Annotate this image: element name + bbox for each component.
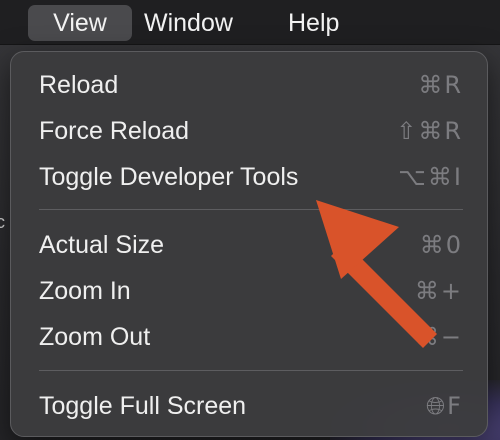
menu-item-label: Actual Size <box>39 231 165 259</box>
menu-bar: View Window Help <box>0 0 500 45</box>
menu-item-label: Toggle Developer Tools <box>39 163 299 191</box>
menu-item-label: Reload <box>39 71 119 99</box>
view-dropdown-menu: Reload ⌘R Force Reload ⇧⌘R Toggle Develo… <box>10 51 488 437</box>
menu-item-label: Toggle Full Screen <box>39 392 247 420</box>
menu-item-label: Zoom In <box>39 277 131 305</box>
menu-item-shortcut: 🌐︎F <box>425 392 463 420</box>
menu-item-toggle-full-screen[interactable]: Toggle Full Screen 🌐︎F <box>39 386 463 426</box>
menu-item-shortcut: ⌥⌘I <box>398 163 463 191</box>
menu-item-label: Zoom Out <box>39 323 151 351</box>
menu-item-shortcut: ⌘− <box>414 323 463 351</box>
background-text-fragment: c <box>0 212 5 232</box>
menu-item-zoom-out[interactable]: Zoom Out ⌘− <box>39 317 463 357</box>
menubar-view[interactable]: View <box>28 5 132 41</box>
menu-separator <box>39 370 463 371</box>
menu-separator <box>39 209 463 210</box>
menu-item-toggle-developer-tools[interactable]: Toggle Developer Tools ⌥⌘I <box>39 157 463 197</box>
menu-item-shortcut: ⇧⌘R <box>396 117 463 145</box>
menu-item-actual-size[interactable]: Actual Size ⌘0 <box>39 225 463 265</box>
menubar-window[interactable]: Window <box>132 5 245 41</box>
menu-item-force-reload[interactable]: Force Reload ⇧⌘R <box>39 111 463 151</box>
menu-item-shortcut: ⌘R <box>418 71 463 99</box>
menubar-help[interactable]: Help <box>276 5 351 41</box>
menu-item-reload[interactable]: Reload ⌘R <box>39 65 463 105</box>
menu-item-shortcut: ⌘0 <box>419 231 463 259</box>
menu-item-shortcut: ⌘+ <box>414 277 463 305</box>
menu-item-label: Force Reload <box>39 117 190 145</box>
menu-item-zoom-in[interactable]: Zoom In ⌘+ <box>39 271 463 311</box>
